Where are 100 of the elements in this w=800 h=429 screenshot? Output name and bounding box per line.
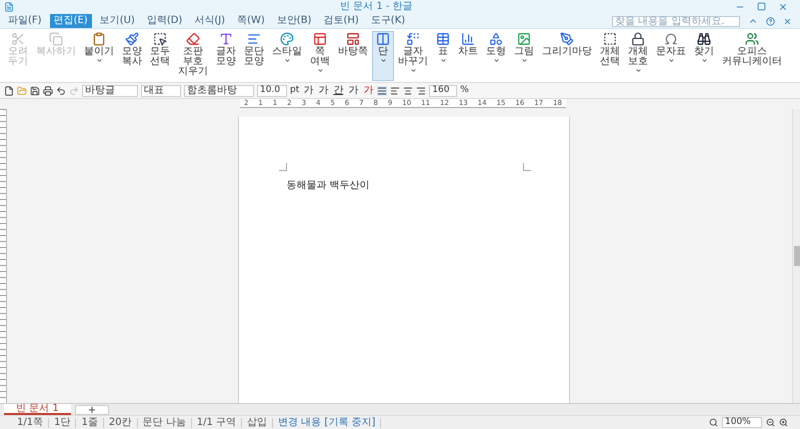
table-icon	[436, 32, 450, 46]
caret-icon	[440, 57, 446, 64]
caret-icon	[410, 67, 416, 74]
lock-icon	[631, 32, 645, 46]
page-margin-icon	[313, 32, 327, 46]
format-button[interactable]: 가	[317, 86, 330, 96]
pen-icon	[560, 32, 574, 46]
ribbon-button[interactable]: 모두 선택	[146, 31, 174, 81]
select-all-icon	[153, 32, 167, 46]
app-icon	[4, 2, 14, 12]
print-icon[interactable]	[43, 86, 53, 96]
paintbrush-icon	[125, 32, 139, 46]
format-button[interactable]: 가	[347, 86, 360, 96]
caret-icon	[492, 57, 500, 64]
menu-tab[interactable]: 도구(K)	[366, 14, 410, 28]
document-tab[interactable]: 빈 문서 1	[4, 404, 71, 415]
search-field[interactable]: 찾을 내용을 입력하세요.	[612, 16, 740, 26]
ribbon-button[interactable]: 조판 부호 지우기	[174, 31, 212, 81]
ribbon-button[interactable]: 글자 바꾸기	[394, 31, 432, 81]
ribbon-button[interactable]: 문자표	[652, 31, 690, 81]
vertical-scrollbar[interactable]	[792, 109, 800, 403]
zoom-select[interactable]: 100%	[722, 417, 762, 428]
restore-icon[interactable]	[757, 2, 766, 11]
new-document-icon[interactable]	[4, 86, 14, 96]
align-justify-icon[interactable]	[377, 86, 388, 96]
percent-label: %	[460, 86, 469, 95]
ribbon-button[interactable]: 단	[372, 31, 394, 81]
clipboard-icon	[92, 32, 106, 46]
ribbon-button[interactable]: 개체 선택	[596, 31, 624, 81]
margin-corner-mark	[278, 163, 286, 171]
ribbon-button[interactable]: 개체 보호	[624, 31, 652, 81]
caret-icon	[668, 57, 674, 64]
ribbon-button[interactable]: 찾기	[690, 31, 718, 81]
save-icon[interactable]	[30, 86, 40, 96]
ribbon-button[interactable]: 문단 모양	[240, 31, 268, 81]
menu-tab[interactable]: 보기(U)	[96, 14, 139, 28]
ribbon-button[interactable]: 그리기마당	[538, 31, 596, 81]
format-button[interactable]: 가	[362, 86, 374, 96]
replace-icon	[406, 32, 420, 46]
ribbon-button[interactable]: 차트	[454, 31, 482, 81]
close-icon[interactable]	[778, 2, 788, 12]
font-size-field[interactable]: 10.0	[257, 84, 287, 96]
align-right-icon[interactable]	[416, 86, 426, 96]
status-item: 1/1쪽	[12, 418, 50, 428]
scissors-icon	[11, 32, 25, 46]
menu-tab[interactable]: 서식(J)	[190, 14, 230, 28]
caret-icon	[634, 67, 642, 74]
caret-icon	[284, 57, 290, 64]
format-button[interactable]: 가	[302, 86, 314, 96]
columns-icon	[376, 32, 390, 46]
caret-icon	[380, 57, 386, 64]
status-item: 20칸	[104, 418, 138, 428]
menu-tab[interactable]: 쪽(W)	[233, 14, 269, 28]
status-item: 문단 나눔	[138, 418, 192, 428]
paragraph-icon	[247, 32, 261, 46]
help-icon[interactable]	[766, 16, 775, 26]
zoom-out-icon[interactable]	[766, 418, 775, 427]
ribbon-button[interactable]: 글자 모양	[212, 31, 240, 81]
undo-icon[interactable]	[56, 86, 66, 96]
palette-icon	[280, 32, 294, 46]
menu-tab[interactable]: 편집(E)	[50, 14, 92, 28]
menu-tab[interactable]: 보안(B)	[272, 14, 316, 28]
menu-tab[interactable]: 검토(H)	[319, 14, 363, 28]
menu-tab[interactable]: 입력(D)	[142, 14, 186, 28]
page-layout-icon	[346, 32, 360, 46]
ribbon-button[interactable]: 스타일	[268, 31, 306, 81]
status-item: 삽입	[242, 418, 274, 428]
ribbon-button[interactable]: 그림	[510, 31, 538, 81]
font-select[interactable]: 함초롬바탕	[184, 84, 254, 96]
margin-corner-mark	[522, 163, 530, 171]
align-center-icon[interactable]	[403, 86, 414, 96]
omega-icon	[664, 32, 678, 46]
bar-chart-icon	[461, 32, 475, 46]
zoom-icon[interactable]	[709, 418, 718, 427]
ribbon-button[interactable]: 바탕쪽	[334, 31, 372, 81]
ribbon-button[interactable]: 붙이기	[80, 31, 118, 81]
track-changes-link[interactable]: 변경 내용 [기록 중지]	[273, 418, 382, 428]
caret-icon	[316, 67, 324, 74]
add-tab-button[interactable]: +	[74, 404, 110, 414]
line-spacing-field[interactable]: 160	[429, 84, 458, 96]
zoom-in-icon[interactable]	[779, 418, 788, 427]
ribbon-button[interactable]: 표	[432, 31, 454, 81]
caret-icon	[520, 57, 528, 64]
ribbon-button[interactable]: 도형	[482, 31, 510, 81]
binoculars-icon	[697, 32, 711, 46]
align-left-icon[interactable]	[390, 86, 400, 96]
ribbon-button[interactable]: 오피스 커뮤니케이터	[718, 31, 786, 81]
menu-tab[interactable]: 파일(F)	[4, 14, 46, 28]
status-item: 1단	[49, 418, 76, 428]
style-select[interactable]: 바탕글	[82, 84, 138, 96]
select-box-icon	[603, 32, 617, 46]
letter-icon	[219, 32, 233, 46]
caret-icon	[700, 57, 708, 64]
format-button[interactable]: 간	[332, 86, 344, 96]
language-select[interactable]: 대표	[141, 84, 181, 96]
caret-icon	[96, 57, 102, 64]
close-document-icon[interactable]	[783, 16, 792, 26]
ribbon-button[interactable]: 모양 복사	[118, 31, 146, 81]
ribbon-button[interactable]: 쪽 여백	[306, 31, 334, 81]
unit-label: pt	[290, 86, 300, 95]
